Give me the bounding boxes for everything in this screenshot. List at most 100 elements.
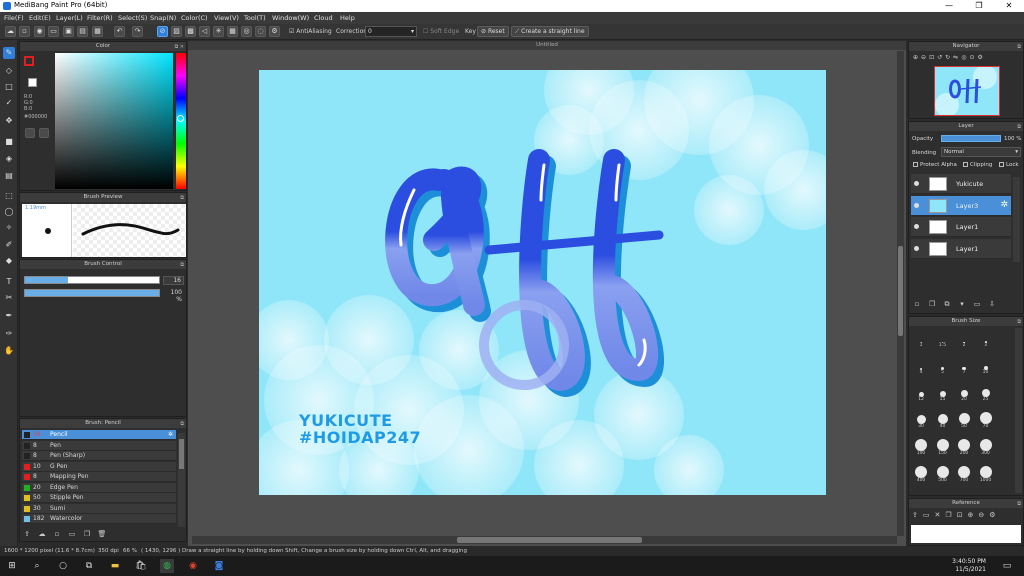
hue-knob[interactable] <box>177 115 184 122</box>
notification-icon[interactable]: ▭ <box>1000 559 1014 573</box>
merge-layer-icon[interactable]: ⇩ <box>987 299 997 309</box>
reference-zoom-out-icon[interactable]: ⊖ <box>978 511 989 519</box>
panel-expand-icon[interactable]: ⧉ <box>180 194 184 203</box>
store-icon[interactable]: 🛍 <box>134 559 148 573</box>
primary-color-swatch[interactable] <box>24 56 34 66</box>
brush-size-cell[interactable]: 25 <box>976 383 996 402</box>
brush-settings-icon[interactable]: ✲ <box>168 430 173 440</box>
menu-select[interactable]: Select(S) <box>118 14 147 22</box>
menu-layer[interactable]: Layer(L) <box>56 14 83 22</box>
brush-size-cell[interactable]: 7 <box>954 356 974 375</box>
brush-size-cell[interactable]: 30 <box>911 410 931 429</box>
brush-size-cell[interactable]: 70 <box>976 410 996 429</box>
drawing-canvas[interactable]: YUKICUTE #HOIDAP247 <box>259 70 826 495</box>
divide-tool-icon[interactable]: ✂ <box>3 292 15 304</box>
menu-file[interactable]: File(F) <box>4 14 24 22</box>
move-tool-icon[interactable]: ✥ <box>3 115 15 127</box>
menu-cloud[interactable]: Cloud <box>314 14 333 22</box>
brush-size-cell[interactable]: 1 <box>911 329 931 348</box>
saturation-value-picker[interactable] <box>55 53 173 189</box>
panel-expand-icon[interactable]: ⧉ ✕ <box>175 43 184 52</box>
search-icon[interactable]: ⌕ <box>30 559 44 573</box>
vertical-scroll-thumb[interactable] <box>898 246 903 336</box>
brush-list-scrollbar[interactable] <box>178 433 185 527</box>
check-tool-icon[interactable]: ✓ <box>3 97 15 109</box>
snap-parallel-icon[interactable]: ▨ <box>171 26 182 37</box>
eraser-tool-icon[interactable]: ◇ <box>3 65 15 77</box>
protect-alpha-checkbox[interactable]: Protect Alpha <box>913 162 957 168</box>
brush-list-scroll-thumb[interactable] <box>179 439 184 469</box>
brush-size-cell[interactable]: 2 <box>954 329 974 348</box>
maximize-button[interactable]: ❐ <box>964 0 994 12</box>
brush-size-cell[interactable]: 15 <box>933 383 953 402</box>
task-view-icon[interactable]: ⧉ <box>82 559 96 573</box>
file-explorer-icon[interactable]: ▬ <box>108 559 122 573</box>
panel-expand-icon[interactable]: ⧉ <box>180 420 184 429</box>
brush-list-item[interactable]: 50 Stipple Pen <box>22 493 176 503</box>
snap-curve-icon[interactable]: ◌ <box>255 26 266 37</box>
antialiasing-checkbox[interactable]: ☑ AntiAliasing <box>289 28 332 35</box>
settings-icon[interactable]: ⚙ <box>977 54 985 61</box>
eye-icon[interactable] <box>914 202 919 208</box>
export-icon[interactable]: ▤ <box>77 26 88 37</box>
snap-grid-icon[interactable]: ▦ <box>227 26 238 37</box>
brush-list-item[interactable]: 20 Edge Pen <box>22 482 176 493</box>
chat-icon[interactable]: ◉ <box>34 26 45 37</box>
folder-icon[interactable]: ▭ <box>67 529 77 539</box>
snap-radial-icon[interactable]: ✳ <box>213 26 224 37</box>
brush-size-cell[interactable]: 12 <box>911 383 931 402</box>
close-button[interactable]: ✕ <box>994 0 1024 12</box>
layer-folder-icon[interactable]: ▭ <box>972 299 982 309</box>
pen-tool-icon[interactable]: ✑ <box>3 328 15 340</box>
brush-size-cell[interactable]: 200 <box>954 437 974 456</box>
eyedropper-icon[interactable]: ✒ <box>3 310 15 322</box>
brush-size-cell[interactable]: 700 <box>954 464 974 483</box>
zoom-app-icon[interactable]: ◙ <box>212 559 226 573</box>
secondary-color-swatch[interactable] <box>28 78 37 87</box>
panel-expand-icon[interactable]: ⧉ <box>1017 123 1021 132</box>
vertical-scrollbar[interactable] <box>897 51 904 536</box>
brush-size-scrollbar[interactable] <box>1015 328 1022 493</box>
document-tab[interactable]: Untitled <box>188 41 906 50</box>
brush-size-value[interactable]: 16 <box>163 276 184 285</box>
brush-opacity-slider[interactable] <box>24 289 160 297</box>
blending-select[interactable]: Normal ▾ <box>941 147 1021 157</box>
redo-icon[interactable]: ↷ <box>132 26 143 37</box>
snap-circle-icon[interactable]: ◎ <box>241 26 252 37</box>
cloud-add-icon[interactable]: ☁ <box>37 529 47 539</box>
zoom-fit-icon[interactable]: ⊡ <box>929 54 937 61</box>
navigator-thumbnail[interactable] <box>934 65 1000 117</box>
snap-vanish-icon[interactable]: ◁ <box>199 26 210 37</box>
brush-size-cell[interactable]: 1000 <box>976 464 996 483</box>
palette-icon[interactable] <box>25 128 35 138</box>
brush-size-cell[interactable]: 150 <box>933 437 953 456</box>
zoom-out-icon[interactable]: ⊖ <box>921 54 929 61</box>
layer-opacity-slider[interactable] <box>941 135 1001 142</box>
brush-size-cell[interactable]: 300 <box>976 437 996 456</box>
upload-icon[interactable]: ⇪ <box>22 529 32 539</box>
grid-icon[interactable]: ▦ <box>92 26 103 37</box>
brush-size-cell[interactable]: 40 <box>933 410 953 429</box>
reset-button[interactable]: ⊘ Reset <box>477 26 509 37</box>
layer-list-scrollbar[interactable] <box>1013 177 1020 262</box>
new-file-icon[interactable]: ▫ <box>19 26 30 37</box>
correction-select[interactable]: 0 ▾ <box>365 26 417 37</box>
menu-filter[interactable]: Filter(R) <box>87 14 113 22</box>
fill-rect-tool-icon[interactable]: ■ <box>3 136 15 148</box>
panel-expand-icon[interactable]: ⧉ <box>1017 500 1021 509</box>
clipping-checkbox[interactable]: Clipping <box>963 162 992 168</box>
layer-row[interactable]: Layer1 <box>911 217 1011 237</box>
save-icon[interactable]: ▣ <box>63 26 74 37</box>
new-layer-icon[interactable]: ▫ <box>912 299 922 309</box>
brush-size-cell[interactable]: 50 <box>954 410 974 429</box>
reference-upload-icon[interactable]: ⇪ <box>912 511 923 519</box>
reference-open-icon[interactable]: ▭ <box>923 511 935 519</box>
layer-row[interactable]: Layer3 ✲ <box>911 195 1011 216</box>
copy-icon[interactable]: ❐ <box>82 529 92 539</box>
chrome-icon[interactable]: ◉ <box>186 559 200 573</box>
eye-icon[interactable] <box>914 245 919 251</box>
soft-edge-checkbox[interactable]: ☐ Soft Edge <box>423 28 459 35</box>
folder-icon[interactable]: ▭ <box>48 26 59 37</box>
brush-size-slider[interactable] <box>24 276 160 284</box>
layer-menu-icon[interactable]: ▾ <box>957 299 967 309</box>
